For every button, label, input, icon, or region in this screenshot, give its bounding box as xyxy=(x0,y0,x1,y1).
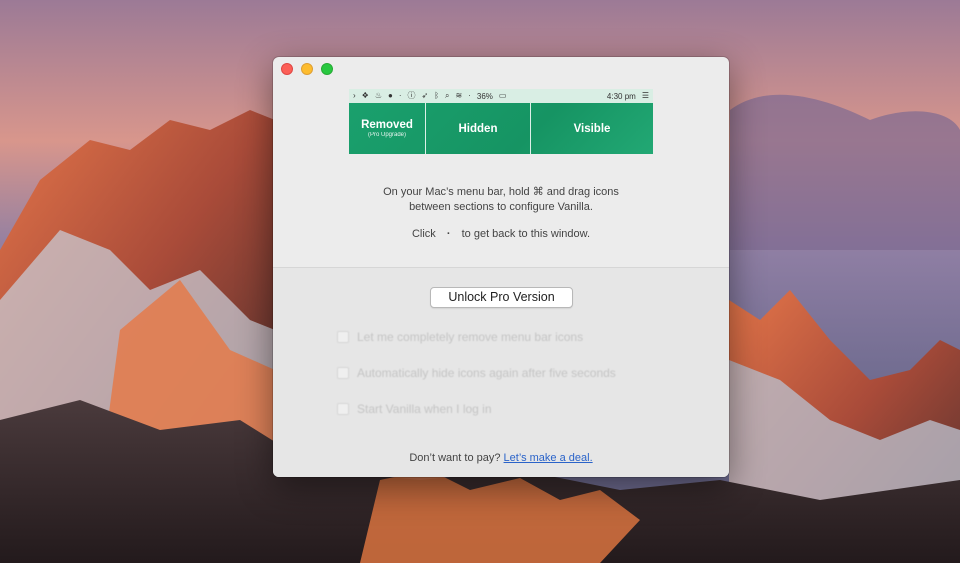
window-controls xyxy=(281,63,333,75)
battery-percent: 36% xyxy=(476,91,493,101)
click-hint: Click · to get back to this window. xyxy=(273,228,729,240)
unlock-pro-button[interactable]: Unlock Pro Version xyxy=(430,287,573,308)
dot-icon: · xyxy=(398,91,402,100)
deal-question: Don’t want to pay? xyxy=(409,452,501,464)
instructions-line-2: between sections to configure Vanilla. xyxy=(409,201,593,213)
dropbox-icon: ❖ xyxy=(361,91,369,100)
checkbox xyxy=(337,403,349,415)
section-title: Hidden xyxy=(458,122,498,135)
option-remove-icons: Let me completely remove menu bar icons xyxy=(337,330,583,344)
info-icon: ⓘ xyxy=(407,91,416,100)
mini-menu-bar: › ❖ ♨ ● · ⓘ ➶ ᛒ ⌕ ≋ · 36% ▭ 4:30 pm ☰ xyxy=(349,89,653,103)
vanilla-window: › ❖ ♨ ● · ⓘ ➶ ᛒ ⌕ ≋ · 36% ▭ 4:30 pm ☰ Re… xyxy=(273,57,729,477)
option-label: Start Vanilla when I log in xyxy=(357,402,492,416)
zoom-button[interactable] xyxy=(321,63,333,75)
option-label: Automatically hide icons again after fiv… xyxy=(357,366,616,380)
menubar-sections: Removed (Pro Upgrade) Hidden Visible xyxy=(349,103,653,154)
deal-link[interactable]: Let’s make a deal. xyxy=(504,452,593,464)
menubar-preview: › ❖ ♨ ● · ⓘ ➶ ᛒ ⌕ ≋ · 36% ▭ 4:30 pm ☰ Re… xyxy=(349,89,653,154)
deal-footer: Don’t want to pay? Let’s make a deal. xyxy=(273,452,729,464)
rocket-icon: ➶ xyxy=(421,91,429,100)
clock-time: 4:30 pm xyxy=(606,91,636,101)
option-label: Let me completely remove menu bar icons xyxy=(357,330,584,344)
section-title: Visible xyxy=(573,122,611,135)
list-icon: ☰ xyxy=(641,91,649,100)
section-subtitle: (Pro Upgrade) xyxy=(367,132,406,138)
section-title: Removed xyxy=(361,119,413,131)
vanilla-dot-icon: · xyxy=(446,228,451,240)
section-visible: Visible xyxy=(531,103,653,154)
battery-icon: ▭ xyxy=(498,91,507,100)
option-auto-hide: Automatically hide icons again after fiv… xyxy=(337,366,616,380)
minimize-button[interactable] xyxy=(301,63,313,75)
option-start-at-login: Start Vanilla when I log in xyxy=(337,402,492,416)
flame-icon: ♨ xyxy=(374,91,383,100)
click-hint-after: to get back to this window. xyxy=(461,228,591,240)
instructions-text: On your Mac’s menu bar, hold ⌘ and drag … xyxy=(273,185,729,215)
chevron-icon: › xyxy=(353,91,356,100)
checkbox xyxy=(337,367,349,379)
bluetooth-icon: ᛒ xyxy=(434,91,440,100)
section-removed: Removed (Pro Upgrade) xyxy=(349,103,426,154)
dot-icon: · xyxy=(468,91,471,100)
globe-icon: ● xyxy=(388,91,393,100)
close-button[interactable] xyxy=(281,63,293,75)
wifi-icon: ≋ xyxy=(455,91,463,100)
click-hint-before: Click xyxy=(411,228,436,240)
instructions-line-1: On your Mac’s menu bar, hold ⌘ and drag … xyxy=(383,186,619,198)
search-icon: ⌕ xyxy=(445,91,450,100)
section-hidden: Hidden xyxy=(426,103,531,154)
checkbox xyxy=(337,331,349,343)
